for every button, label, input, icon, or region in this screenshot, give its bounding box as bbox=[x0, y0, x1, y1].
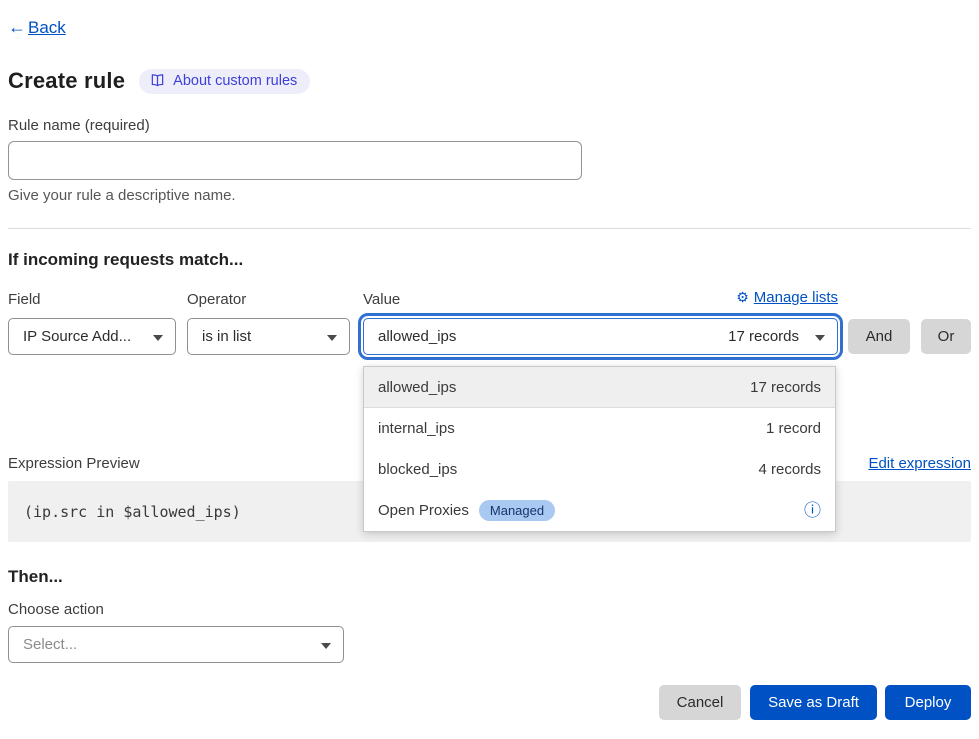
chevron-down-icon bbox=[153, 335, 163, 341]
operator-column-label: Operator bbox=[187, 291, 246, 308]
list-item-record-count: 4 records bbox=[758, 461, 821, 478]
list-item-name: Open Proxies bbox=[378, 502, 469, 519]
list-item-record-count: 17 records bbox=[750, 379, 821, 396]
value-select-value: allowed_ips bbox=[378, 328, 456, 345]
about-custom-rules-link[interactable]: About custom rules bbox=[139, 69, 310, 94]
list-item-record-count: 1 record bbox=[766, 420, 821, 437]
expression-code: (ip.src in $allowed_ips) bbox=[24, 503, 241, 521]
book-icon bbox=[150, 73, 165, 88]
and-button[interactable]: And bbox=[848, 319, 910, 354]
rule-name-input[interactable] bbox=[8, 141, 582, 180]
rule-name-helper-text: Give your rule a descriptive name. bbox=[8, 187, 236, 204]
deploy-button[interactable]: Deploy bbox=[885, 685, 971, 720]
manage-lists-label: Manage lists bbox=[754, 289, 838, 306]
list-item-allowed-ips[interactable]: allowed_ips 17 records bbox=[364, 367, 835, 408]
info-icon[interactable]: ⓘ bbox=[804, 502, 821, 519]
about-label: About custom rules bbox=[173, 73, 297, 89]
rule-name-label: Rule name (required) bbox=[8, 117, 150, 134]
operator-select[interactable]: is in list bbox=[187, 318, 350, 355]
value-select[interactable]: allowed_ips 17 records bbox=[363, 318, 838, 355]
manage-lists-link[interactable]: ⚙ Manage lists bbox=[363, 289, 838, 306]
or-button[interactable]: Or bbox=[921, 319, 971, 354]
field-select[interactable]: IP Source Add... bbox=[8, 318, 176, 355]
operator-select-value: is in list bbox=[202, 328, 251, 345]
field-column-label: Field bbox=[8, 291, 41, 308]
edit-expression-link[interactable]: Edit expression bbox=[868, 455, 971, 472]
chevron-down-icon bbox=[327, 335, 337, 341]
list-item-name: allowed_ips bbox=[378, 379, 456, 396]
save-as-draft-button[interactable]: Save as Draft bbox=[750, 685, 877, 720]
back-arrow-icon: ← bbox=[8, 17, 26, 38]
expression-preview-label: Expression Preview bbox=[8, 455, 140, 472]
managed-badge: Managed bbox=[479, 500, 555, 521]
action-select-placeholder: Select... bbox=[23, 636, 77, 653]
list-item-open-proxies[interactable]: Open Proxies Managed ⓘ bbox=[364, 490, 835, 531]
title-row: Create rule About custom rules bbox=[8, 68, 310, 94]
section-divider bbox=[8, 228, 971, 229]
list-item-blocked-ips[interactable]: blocked_ips 4 records bbox=[364, 449, 835, 490]
value-dropdown-panel: allowed_ips 17 records internal_ips 1 re… bbox=[363, 366, 836, 532]
field-select-value: IP Source Add... bbox=[23, 328, 131, 345]
list-item-name: blocked_ips bbox=[378, 461, 457, 478]
chevron-down-icon bbox=[321, 643, 331, 649]
list-item-name: internal_ips bbox=[378, 420, 455, 437]
match-section-heading: If incoming requests match... bbox=[8, 250, 243, 270]
cancel-button[interactable]: Cancel bbox=[659, 685, 741, 720]
value-select-record-count: 17 records bbox=[728, 328, 799, 345]
gear-icon: ⚙ bbox=[736, 289, 749, 306]
back-label: Back bbox=[28, 18, 66, 38]
action-select[interactable]: Select... bbox=[8, 626, 344, 663]
back-link[interactable]: ←Back bbox=[8, 17, 66, 38]
chevron-down-icon bbox=[815, 335, 825, 341]
choose-action-label: Choose action bbox=[8, 601, 104, 618]
page-title: Create rule bbox=[8, 68, 125, 94]
list-item-internal-ips[interactable]: internal_ips 1 record bbox=[364, 408, 835, 449]
then-section-heading: Then... bbox=[8, 567, 63, 587]
